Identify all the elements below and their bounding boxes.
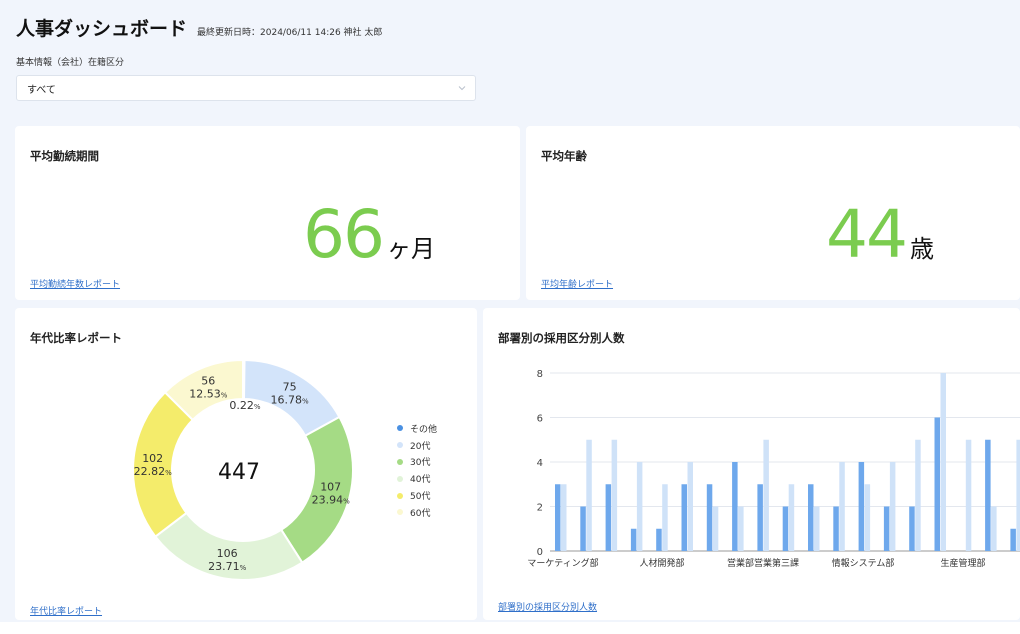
legend-swatch-4 <box>397 492 403 499</box>
legend-item-2[interactable]: 30代 <box>397 454 437 471</box>
legend-swatch-0 <box>397 425 403 432</box>
legend-label-2: 30代 <box>410 458 431 469</box>
legend-label-5: 60代 <box>410 508 431 519</box>
legend-item-0[interactable]: その他 <box>397 420 437 437</box>
dept-hiring-card: 部署別の採用区分別人数 部署別の採用区分別人数 <box>483 308 1020 620</box>
employment-status-select[interactable]: すべて <box>16 75 476 101</box>
page-bottom-strip <box>0 622 1020 634</box>
legend-label-4: 50代 <box>410 492 431 503</box>
legend-label-1: 20代 <box>410 441 431 452</box>
chevron-down-icon <box>458 86 466 91</box>
legend-item-5[interactable]: 60代 <box>397 504 437 521</box>
legend-swatch-3 <box>397 475 403 482</box>
age-value: 44 <box>826 196 908 273</box>
select-value: すべて <box>27 84 56 96</box>
tenure-value: 66 <box>303 196 385 273</box>
legend-swatch-1 <box>397 442 403 449</box>
age-card: 平均年齢 44 歳 平均年齢レポート <box>526 126 1020 300</box>
legend-label-3: 40代 <box>410 475 431 486</box>
page-header: 人事ダッシュボード 最終更新日時：2024/06/11 14:26 神社 太郎 <box>16 14 382 41</box>
legend-swatch-2 <box>397 458 403 465</box>
dept-hiring-report-link[interactable]: 部署別の採用区分別人数 <box>498 600 597 613</box>
age-ratio-card-title: 年代比率レポート <box>30 331 122 345</box>
tenure-unit: ヶ月 <box>386 235 435 263</box>
age-report-link[interactable]: 平均年齢レポート <box>541 277 613 290</box>
legend-item-3[interactable]: 40代 <box>397 470 437 487</box>
age-card-title: 平均年齢 <box>541 149 587 163</box>
filter-label: 基本情報（会社）在籍区分 <box>16 58 125 68</box>
age-ratio-legend: その他 20代 30代 40代 50代 60代 <box>397 420 437 521</box>
legend-item-1[interactable]: 20代 <box>397 437 437 454</box>
age-value-display: 44 歳 <box>826 202 934 268</box>
legend-label-0: その他 <box>410 424 438 435</box>
page-title: 人事ダッシュボード <box>16 18 188 40</box>
age-ratio-report-link[interactable]: 年代比率レポート <box>30 604 102 617</box>
tenure-report-link[interactable]: 平均勤続年数レポート <box>30 277 120 290</box>
tenure-card-title: 平均勤続期間 <box>30 149 99 163</box>
dept-hiring-card-title: 部署別の採用区分別人数 <box>498 331 625 345</box>
last-updated-text: 最終更新日時：2024/06/11 14:26 神社 太郎 <box>197 28 383 38</box>
tenure-value-display: 66 ヶ月 <box>303 202 435 268</box>
tenure-card: 平均勤続期間 66 ヶ月 平均勤続年数レポート <box>15 126 520 300</box>
age-unit: 歳 <box>909 235 934 263</box>
legend-item-4[interactable]: 50代 <box>397 487 437 504</box>
legend-swatch-5 <box>397 509 403 516</box>
